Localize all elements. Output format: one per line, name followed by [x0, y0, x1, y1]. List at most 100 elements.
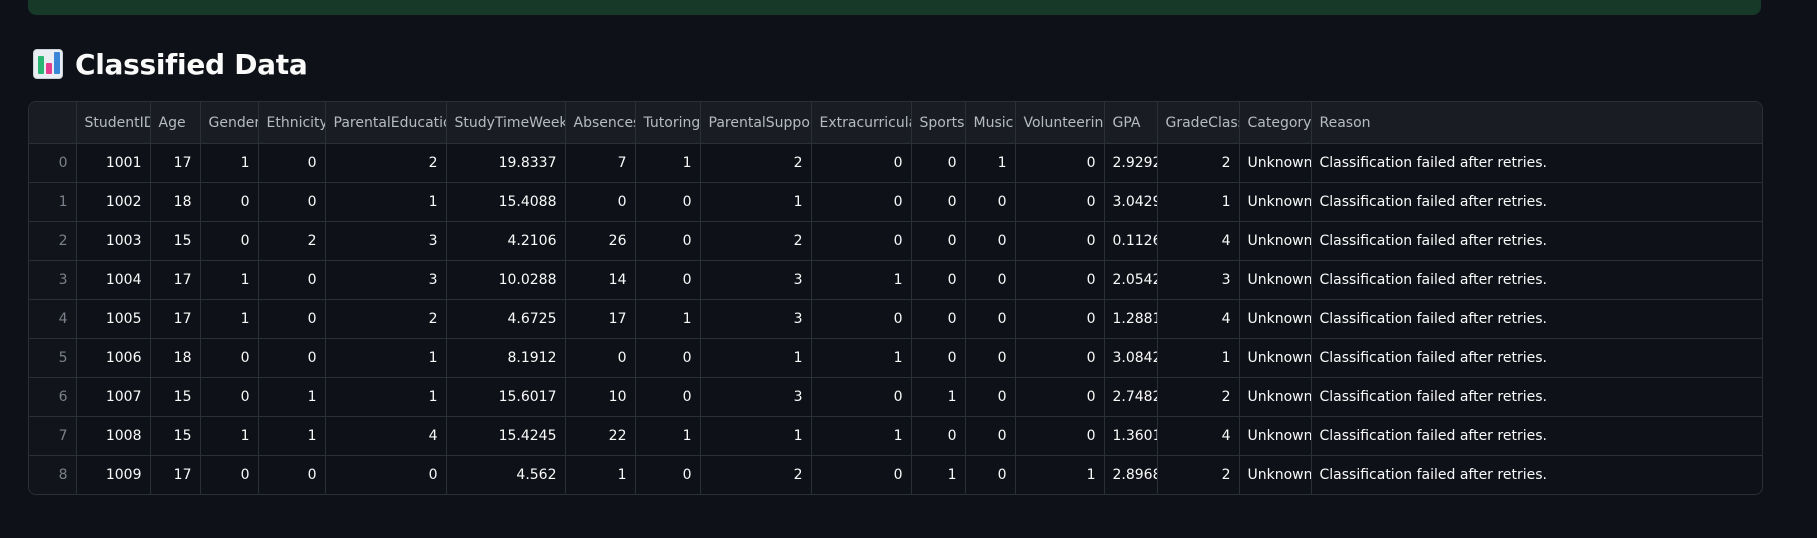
- table-cell[interactable]: 10.0288: [446, 260, 566, 300]
- column-header[interactable]: Age: [150, 102, 201, 144]
- table-cell[interactable]: 1: [200, 143, 259, 183]
- table-cell[interactable]: 0: [811, 377, 912, 417]
- table-cell[interactable]: Unknown: [1239, 182, 1312, 222]
- table-cell[interactable]: 1: [258, 377, 326, 417]
- table-cell[interactable]: 2.8968: [1104, 455, 1158, 494]
- column-header[interactable]: Gender: [200, 102, 259, 144]
- table-cell[interactable]: 1: [700, 416, 812, 456]
- table-cell[interactable]: 0: [911, 338, 966, 378]
- column-header[interactable]: StudyTimeWeekly: [446, 102, 566, 144]
- table-cell[interactable]: 4.562: [446, 455, 566, 494]
- table-cell[interactable]: 0: [635, 377, 701, 417]
- table-cell[interactable]: Unknown: [1239, 338, 1312, 378]
- table-cell[interactable]: 8.1912: [446, 338, 566, 378]
- table-cell[interactable]: 4: [1157, 416, 1240, 456]
- table-cell[interactable]: 0: [200, 338, 259, 378]
- table-cell[interactable]: 15: [150, 377, 201, 417]
- table-cell[interactable]: 0: [1015, 182, 1105, 222]
- column-header[interactable]: Absences: [565, 102, 636, 144]
- table-cell[interactable]: 2: [1157, 455, 1240, 494]
- table-cell[interactable]: 2: [258, 221, 326, 261]
- table-cell[interactable]: 10: [565, 377, 636, 417]
- table-cell[interactable]: 1: [1157, 338, 1240, 378]
- table-cell[interactable]: 1006: [76, 338, 151, 378]
- table-cell[interactable]: 3: [325, 260, 447, 300]
- dataframe[interactable]: StudentID Age Gender Ethnicity ParentalEduca…: [28, 101, 1763, 495]
- table-cell[interactable]: 0: [911, 299, 966, 339]
- table-cell[interactable]: 0: [911, 182, 966, 222]
- table-cell[interactable]: 2: [700, 143, 812, 183]
- table-cell[interactable]: 17: [150, 260, 201, 300]
- table-cell[interactable]: 1: [965, 143, 1016, 183]
- table-cell[interactable]: 0: [811, 182, 912, 222]
- table-cell[interactable]: 0: [635, 455, 701, 494]
- table-cell[interactable]: 1001: [76, 143, 151, 183]
- table-cell[interactable]: 15.6017: [446, 377, 566, 417]
- table-cell[interactable]: 4.6725: [446, 299, 566, 339]
- table-cell[interactable]: 15.4245: [446, 416, 566, 456]
- table-cell[interactable]: 4.2106: [446, 221, 566, 261]
- column-header[interactable]: StudentID: [76, 102, 151, 144]
- table-cell[interactable]: 0: [635, 260, 701, 300]
- table-cell[interactable]: 1: [700, 338, 812, 378]
- table-cell[interactable]: 0: [200, 455, 259, 494]
- table-cell[interactable]: 0: [811, 221, 912, 261]
- table-cell[interactable]: 1002: [76, 182, 151, 222]
- table-cell[interactable]: 0: [258, 338, 326, 378]
- table-cell[interactable]: 0: [811, 143, 912, 183]
- table-cell[interactable]: 22: [565, 416, 636, 456]
- table-cell[interactable]: 1: [325, 377, 447, 417]
- table-cell[interactable]: 1005: [76, 299, 151, 339]
- table-cell[interactable]: 0: [635, 221, 701, 261]
- table-cell[interactable]: 1.2881: [1104, 299, 1158, 339]
- table-cell[interactable]: 18: [150, 338, 201, 378]
- column-header[interactable]: Reason: [1311, 102, 1762, 144]
- column-header[interactable]: Tutoring: [635, 102, 701, 144]
- table-cell[interactable]: 1: [700, 182, 812, 222]
- table-cell[interactable]: 7: [565, 143, 636, 183]
- table-cell[interactable]: 1: [811, 338, 912, 378]
- table-cell[interactable]: 0.1126: [1104, 221, 1158, 261]
- table-cell[interactable]: 1: [635, 416, 701, 456]
- column-header[interactable]: Music: [965, 102, 1016, 144]
- table-cell[interactable]: 26: [565, 221, 636, 261]
- table-cell[interactable]: Classification failed after retries.: [1311, 221, 1762, 261]
- table-cell[interactable]: Unknown: [1239, 221, 1312, 261]
- table-cell[interactable]: 0: [1015, 221, 1105, 261]
- table-cell[interactable]: 1: [911, 455, 966, 494]
- table-cell[interactable]: 0: [811, 455, 912, 494]
- table-cell[interactable]: 17: [150, 143, 201, 183]
- table-cell[interactable]: 1009: [76, 455, 151, 494]
- table-cell[interactable]: Classification failed after retries.: [1311, 143, 1762, 183]
- table-cell[interactable]: 19.8337: [446, 143, 566, 183]
- table-cell[interactable]: Unknown: [1239, 299, 1312, 339]
- table-cell[interactable]: 0: [965, 260, 1016, 300]
- table-cell[interactable]: 0: [1015, 377, 1105, 417]
- table-cell[interactable]: Classification failed after retries.: [1311, 377, 1762, 417]
- table-cell[interactable]: 18: [150, 182, 201, 222]
- table-cell[interactable]: 17: [150, 455, 201, 494]
- table-cell[interactable]: Unknown: [1239, 260, 1312, 300]
- table-cell[interactable]: 0: [965, 338, 1016, 378]
- table-cell[interactable]: 15: [150, 416, 201, 456]
- table-cell[interactable]: 0: [965, 416, 1016, 456]
- table-cell[interactable]: Classification failed after retries.: [1311, 260, 1762, 300]
- column-header[interactable]: Category: [1239, 102, 1312, 144]
- table-cell[interactable]: 1: [565, 455, 636, 494]
- table-cell[interactable]: 2: [1157, 143, 1240, 183]
- table-cell[interactable]: Classification failed after retries.: [1311, 338, 1762, 378]
- column-header[interactable]: Extracurricular: [811, 102, 912, 144]
- table-cell[interactable]: 0: [1015, 143, 1105, 183]
- table-cell[interactable]: 3: [700, 299, 812, 339]
- table-cell[interactable]: 1: [1015, 455, 1105, 494]
- table-cell[interactable]: 0: [1015, 299, 1105, 339]
- table-cell[interactable]: 15: [150, 221, 201, 261]
- column-header[interactable]: ParentalEducation: [325, 102, 447, 144]
- table-cell[interactable]: 1: [258, 416, 326, 456]
- column-header[interactable]: ParentalSupport: [700, 102, 812, 144]
- table-cell[interactable]: 0: [965, 182, 1016, 222]
- table-cell[interactable]: 0: [635, 338, 701, 378]
- table-cell[interactable]: 0: [635, 182, 701, 222]
- table-cell[interactable]: 0: [911, 416, 966, 456]
- table-cell[interactable]: 0: [258, 143, 326, 183]
